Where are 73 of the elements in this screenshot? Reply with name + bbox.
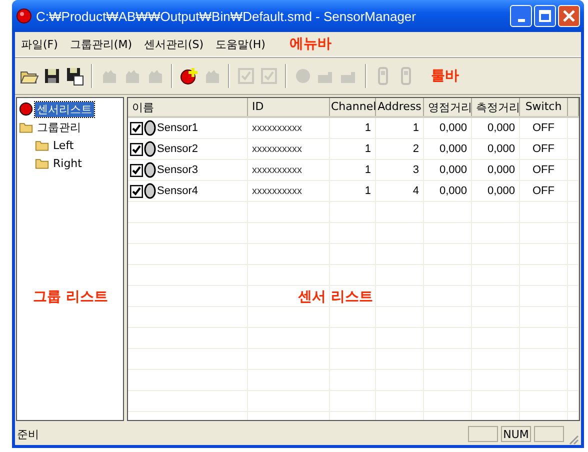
sensor-status-icon	[144, 141, 156, 157]
table-cell: 0,000	[439, 185, 467, 197]
table-cell: OFF	[532, 164, 554, 176]
table-cell: 0,000	[487, 122, 515, 134]
table-cell: 1	[364, 143, 371, 155]
table-cell: 1	[364, 164, 371, 176]
checkbox[interactable]	[130, 184, 143, 198]
annotation-label: 에뉴바	[289, 35, 332, 53]
column-header[interactable]: 이름	[128, 98, 248, 116]
folder-icon	[35, 156, 49, 170]
table-cell: xxxxxxxxxx	[252, 164, 302, 176]
table-cell: 0,000	[487, 185, 515, 197]
sensor-status-icon	[144, 183, 156, 199]
table-cell: 0,000	[487, 143, 515, 155]
table-cell: Sensor3	[157, 164, 198, 176]
table-cell: xxxxxxxxxx	[252, 144, 302, 154]
minimize-button[interactable]	[510, 5, 532, 27]
menu-item[interactable]: 도움말(H)	[216, 36, 266, 52]
checkbox[interactable]	[130, 122, 143, 134]
column-header[interactable]: ID	[248, 98, 330, 116]
table-cell: 1	[412, 122, 419, 134]
window-title: C:₩Product₩AB₩₩Output₩Bin₩Default.smd - SensorManager	[36, 8, 417, 24]
column-header[interactable]: Channel	[330, 98, 376, 116]
table-cell: Sensor1	[157, 122, 198, 134]
column-header[interactable]: Switch	[520, 98, 568, 116]
menu-item[interactable]: 그룹관리(M)	[70, 36, 132, 52]
folder-icon	[19, 120, 33, 134]
table-cell: OFF	[532, 185, 554, 197]
app-icon	[16, 8, 32, 24]
save-icon[interactable]	[42, 66, 62, 86]
table-cell: xxxxxxxxxx	[252, 122, 302, 134]
table-cell: 0,000	[439, 143, 467, 155]
annotation-label: 그룹 리스트	[33, 288, 108, 306]
close-button[interactable]	[558, 5, 580, 27]
table-cell: Sensor4	[157, 185, 198, 197]
column-header[interactable]: 영점거리	[424, 98, 472, 116]
menu-item[interactable]: 파일(F)	[21, 36, 58, 52]
table-cell: OFF	[532, 143, 554, 155]
tree-item[interactable]: Right	[51, 156, 84, 170]
resize-grip-icon	[567, 433, 579, 445]
checkbox[interactable]	[130, 164, 143, 176]
folder-icon	[35, 138, 49, 152]
sensor-status-icon	[144, 162, 156, 178]
save-as-icon[interactable]	[65, 66, 85, 86]
tree-item[interactable]: 그룹관리	[35, 120, 83, 134]
table-cell: 4	[412, 185, 419, 197]
table-cell: 1	[364, 185, 371, 197]
table-cell: xxxxxxxxxx	[252, 186, 302, 196]
column-header[interactable]: 측정거리	[472, 98, 520, 116]
sensor-icon	[19, 102, 33, 116]
tree-item[interactable]: 센서리스트	[35, 102, 94, 116]
table-cell: 0,000	[487, 164, 515, 176]
status-panel	[468, 426, 498, 442]
add-icon[interactable]	[179, 66, 199, 86]
annotation-label: 센서 리스트	[298, 288, 373, 306]
status-panel	[534, 426, 564, 442]
table-cell: OFF	[532, 122, 554, 134]
checkbox[interactable]	[130, 142, 143, 156]
tree-item[interactable]: Left	[51, 138, 76, 152]
maximize-button[interactable]	[534, 5, 556, 27]
table-cell: 0,000	[439, 122, 467, 134]
status-panel: NUM	[501, 426, 531, 442]
annotation-label: 툴바	[431, 67, 459, 85]
table-cell: 0,000	[439, 164, 467, 176]
column-header[interactable]: Address	[376, 98, 424, 116]
table-cell: 2	[412, 143, 419, 155]
menu-item[interactable]: 센서관리(S)	[144, 36, 204, 52]
table-cell: 1	[364, 122, 371, 134]
table-cell: 3	[412, 164, 419, 176]
sensor-status-icon	[144, 120, 156, 136]
status-text: 준비	[17, 426, 40, 442]
table-cell: Sensor2	[157, 143, 198, 155]
minimize-icon	[518, 18, 524, 22]
